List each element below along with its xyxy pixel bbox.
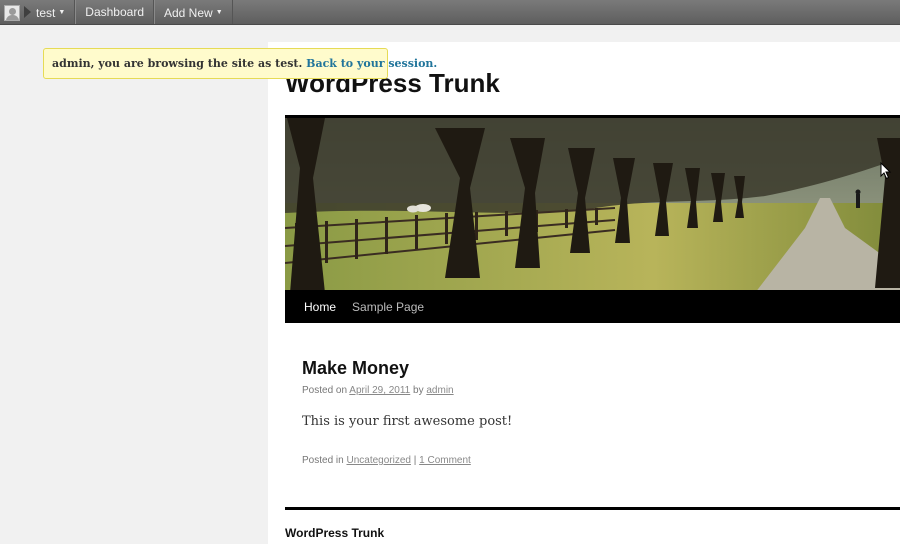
admin-bar: test ▼ Dashboard Add New ▼	[0, 0, 900, 25]
dashboard-link[interactable]: Dashboard	[75, 0, 154, 24]
caret-down-icon: ▼	[58, 9, 66, 16]
arrow-icon	[24, 0, 32, 25]
header-photo	[285, 118, 900, 290]
add-new-menu[interactable]: Add New ▼	[154, 0, 233, 24]
posted-in-label: Posted in	[302, 455, 344, 466]
nav-item-home[interactable]: Home	[304, 300, 336, 314]
separator: |	[413, 455, 417, 466]
post-footer: Posted in Uncategorized | 1 Comment	[302, 455, 471, 466]
footer-site-title[interactable]: WordPress Trunk	[285, 526, 384, 540]
post-content: This is your first awesome post!	[302, 414, 513, 429]
add-new-label: Add New	[164, 6, 213, 20]
post-title[interactable]: Make Money	[302, 358, 409, 379]
user-menu-label: test	[36, 6, 56, 20]
posted-on-label: Posted on	[302, 385, 348, 396]
post-meta: Posted on April 29, 2011 by admin	[302, 385, 454, 396]
user-menu[interactable]: test ▼	[32, 0, 76, 24]
switch-user-notice: admin, you are browsing the site as test…	[43, 48, 437, 79]
site-page: WordPress Trunk Home Sample Page Make Mo…	[268, 42, 900, 544]
caret-down-icon: ▼	[215, 9, 223, 16]
notice-message: admin, you are browsing the site as test…	[52, 57, 303, 70]
back-to-session-link[interactable]: Back to your session.	[306, 57, 437, 70]
avatar-icon	[4, 4, 20, 21]
mouse-pointer-icon	[880, 162, 892, 180]
footer-divider	[285, 507, 900, 510]
comments-link[interactable]: 1 Comment	[419, 455, 471, 466]
by-label: by	[413, 385, 424, 396]
nav-item-sample-page[interactable]: Sample Page	[352, 300, 424, 314]
category-link[interactable]: Uncategorized	[346, 455, 410, 466]
main-nav: Home Sample Page	[285, 290, 900, 323]
header-image	[285, 115, 900, 290]
user-avatar[interactable]	[0, 0, 24, 25]
author-link[interactable]: admin	[426, 385, 453, 396]
post-date-link[interactable]: April 29, 2011	[349, 385, 410, 396]
